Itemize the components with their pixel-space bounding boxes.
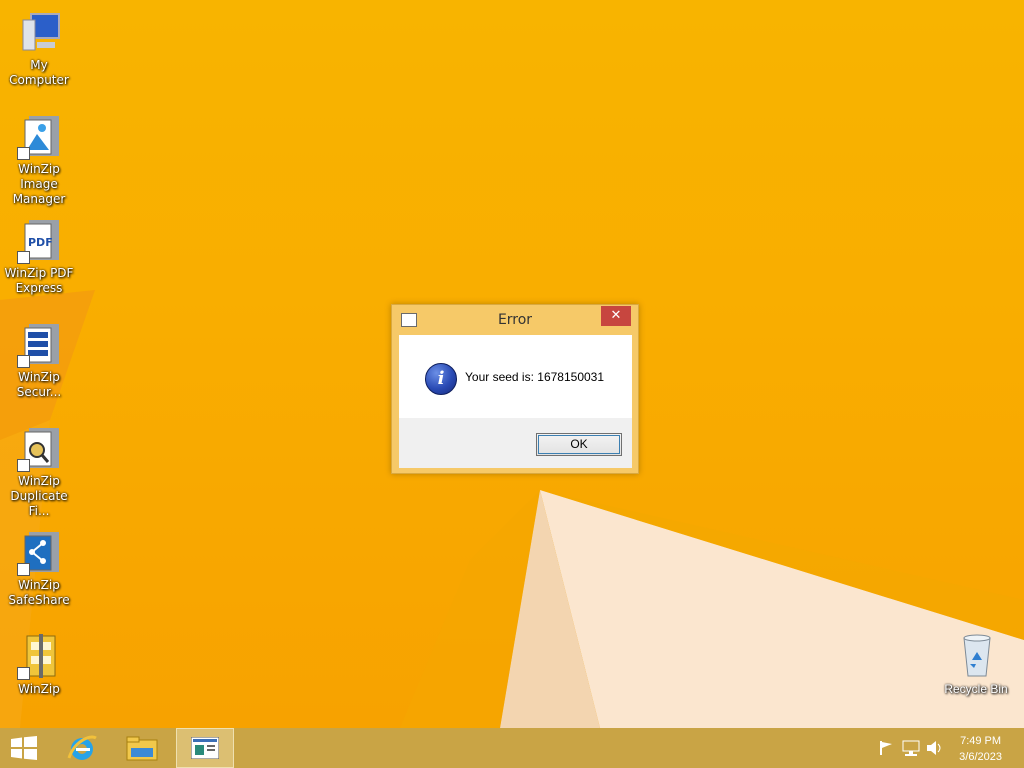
ok-button[interactable]: OK xyxy=(536,433,622,456)
clock-date: 3/6/2023 xyxy=(959,751,1002,763)
desktop-icon-label: WinZip SafeShare xyxy=(8,578,70,607)
volume-icon[interactable] xyxy=(926,740,944,760)
system-tray: 7:49 PM 3/6/2023 xyxy=(864,728,1024,768)
taskbar-internet-explorer[interactable] xyxy=(56,728,108,768)
desktop-icon-winzip-pdf[interactable]: PDF WinZip PDF Express xyxy=(0,216,78,296)
desktop-icon-label: WinZip Duplicate Fi... xyxy=(10,474,68,518)
info-icon: i xyxy=(425,363,457,395)
taskbar-clock[interactable]: 7:49 PM 3/6/2023 xyxy=(959,733,1002,765)
dialog-titlebar[interactable]: Error ✕ xyxy=(392,305,638,335)
start-button[interactable] xyxy=(0,728,48,768)
pdf-badge-text: PDF xyxy=(28,236,53,249)
desktop-icon-label: WinZip PDF Express xyxy=(4,266,74,295)
computer-icon xyxy=(15,8,63,56)
windows-logo-icon xyxy=(11,736,37,764)
desktop-icon-winzip-image-manager[interactable]: WinZip Image Manager xyxy=(0,112,78,207)
dialog-client-area: i Your seed is: 1678150031 OK xyxy=(399,335,632,468)
shortcut-arrow-icon xyxy=(17,251,30,264)
network-icon[interactable] xyxy=(902,740,920,760)
clock-time: 7:49 PM xyxy=(960,735,1002,747)
shortcut-arrow-icon xyxy=(17,459,30,472)
recycle-bin-icon xyxy=(952,630,1000,678)
desktop-icon-label: WinZip Image Manager xyxy=(12,162,66,206)
taskbar: 7:49 PM 3/6/2023 xyxy=(0,728,1024,768)
active-app-icon xyxy=(190,736,220,763)
flag-icon[interactable] xyxy=(878,740,894,760)
winzip-secure-icon xyxy=(15,320,63,368)
desktop-icon-winzip-safeshare[interactable]: WinZip SafeShare xyxy=(0,528,78,608)
taskbar-active-app[interactable] xyxy=(176,728,234,768)
winzip-icon xyxy=(15,632,63,680)
recycle-bin-label: Recycle Bin xyxy=(944,682,1008,696)
taskbar-file-explorer[interactable] xyxy=(116,728,168,768)
winzip-image-manager-icon xyxy=(15,112,63,160)
desktop-icon-label: My Computer xyxy=(9,58,69,87)
winzip-safeshare-icon xyxy=(15,528,63,576)
winzip-pdf-icon: PDF xyxy=(15,216,63,264)
desktop-icon-winzip-secure[interactable]: WinZip Secur... xyxy=(0,320,78,400)
desktop-icon-winzip[interactable]: WinZip xyxy=(0,632,78,697)
error-dialog: Error ✕ i Your seed is: 1678150031 OK xyxy=(391,304,639,474)
desktop: My Computer WinZip Image Manager PDF Win… xyxy=(0,0,1024,728)
desktop-icon-my-computer[interactable]: My Computer xyxy=(0,8,78,88)
dialog-message-area: i Your seed is: 1678150031 xyxy=(399,335,632,418)
winzip-duplicate-icon xyxy=(15,424,63,472)
shortcut-arrow-icon xyxy=(17,147,30,160)
desktop-icon-label: WinZip xyxy=(18,682,60,696)
dialog-message: Your seed is: 1678150031 xyxy=(465,370,605,384)
desktop-icon-winzip-duplicate[interactable]: WinZip Duplicate Fi... xyxy=(0,424,78,519)
shortcut-arrow-icon xyxy=(17,563,30,576)
shortcut-arrow-icon xyxy=(17,355,30,368)
internet-explorer-icon xyxy=(66,732,98,768)
close-button[interactable]: ✕ xyxy=(601,306,631,326)
desktop-icon-label: WinZip Secur... xyxy=(16,370,62,399)
shortcut-arrow-icon xyxy=(17,667,30,680)
file-explorer-icon xyxy=(126,734,158,766)
desktop-icon-recycle-bin[interactable]: Recycle Bin xyxy=(938,630,1014,697)
